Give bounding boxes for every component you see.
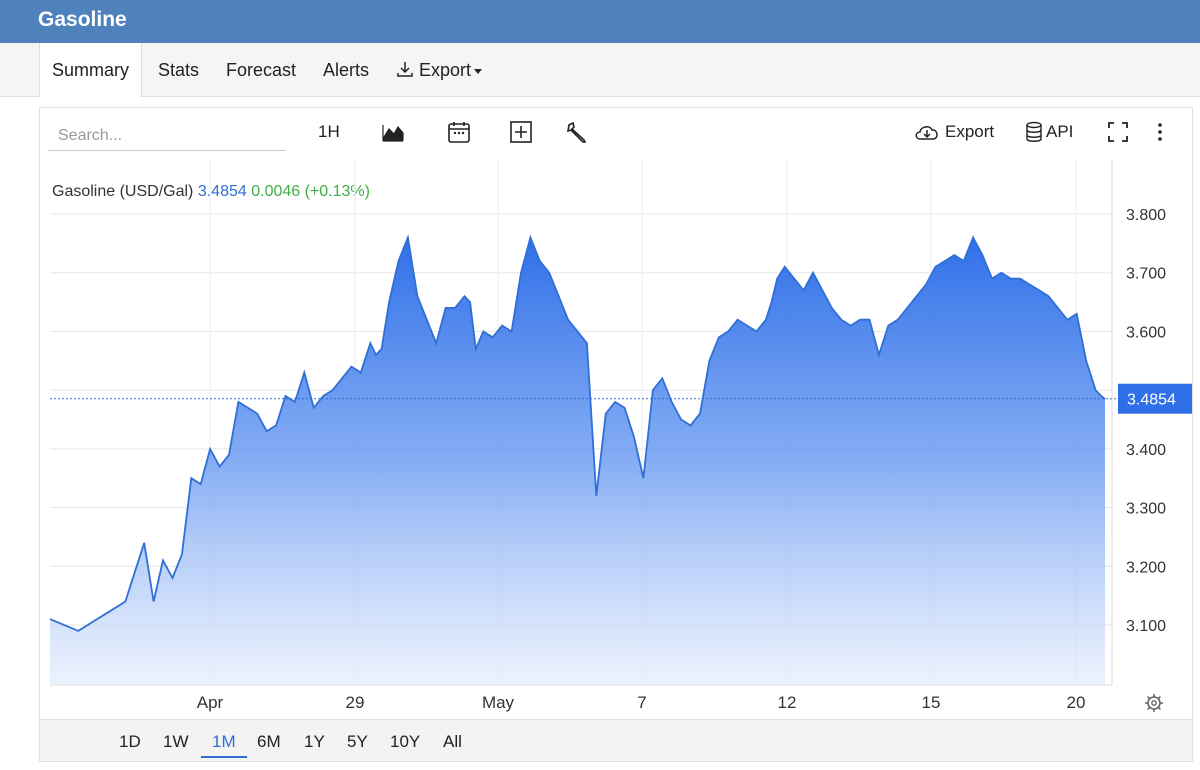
y-tick-label: 3.400 bbox=[1126, 442, 1166, 459]
y-tick-label: 3.100 bbox=[1126, 618, 1166, 635]
range-6m[interactable]: 6M bbox=[257, 732, 281, 752]
range-1w[interactable]: 1W bbox=[163, 732, 189, 752]
x-tick-label: 29 bbox=[346, 693, 365, 712]
settings-icon[interactable] bbox=[1145, 694, 1163, 712]
x-tick-label: 20 bbox=[1067, 693, 1086, 712]
x-tick-label: 15 bbox=[922, 693, 941, 712]
price-area bbox=[50, 237, 1105, 685]
y-tick-label: 3.800 bbox=[1126, 207, 1166, 224]
range-all[interactable]: All bbox=[443, 732, 462, 752]
range-1m[interactable]: 1M bbox=[201, 732, 247, 758]
last-price-badge-label: 3.4854 bbox=[1127, 392, 1176, 409]
range-5y[interactable]: 5Y bbox=[347, 732, 368, 752]
price-chart[interactable]: 3.8003.7003.6003.5003.4003.3003.2003.100… bbox=[0, 0, 1200, 770]
y-tick-label: 3.700 bbox=[1126, 266, 1166, 283]
x-tick-label: Apr bbox=[197, 693, 224, 712]
x-tick-label: 12 bbox=[778, 693, 797, 712]
x-tick-label: May bbox=[482, 693, 515, 712]
y-tick-label: 3.600 bbox=[1126, 324, 1166, 341]
range-1d[interactable]: 1D bbox=[119, 732, 141, 752]
range-1y[interactable]: 1Y bbox=[304, 732, 325, 752]
range-10y[interactable]: 10Y bbox=[390, 732, 420, 752]
y-tick-label: 3.300 bbox=[1126, 501, 1166, 518]
x-tick-label: 7 bbox=[637, 693, 646, 712]
y-tick-label: 3.200 bbox=[1126, 559, 1166, 576]
